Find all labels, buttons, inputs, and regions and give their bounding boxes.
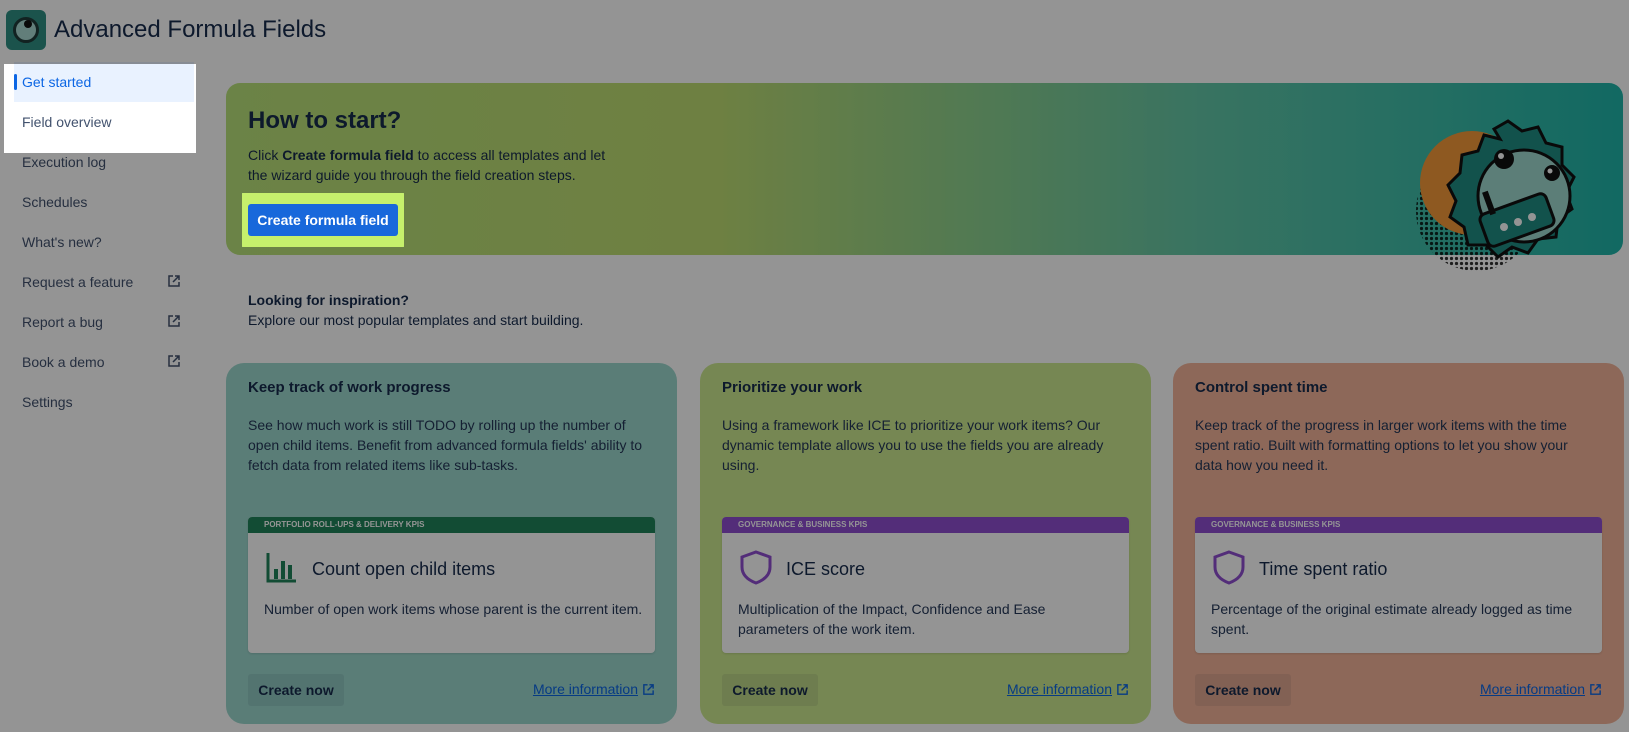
template-card-prioritize: Prioritize your work Using a framework l… [700,363,1151,724]
card-title: Control spent time [1195,379,1328,396]
external-link-icon [168,355,180,367]
bar-chart-icon [266,553,296,583]
create-now-button[interactable]: Create now [722,674,818,706]
hero-title: How to start? [248,107,402,134]
sidebar-item-label: Execution log [22,154,107,170]
sidebar-item-execution-log[interactable]: Execution log [0,142,196,182]
robot-gear-mascot-icon [1416,119,1576,271]
card-title: Prioritize your work [722,379,863,396]
card-title: Keep track of work progress [248,379,451,396]
create-now-button[interactable]: Create now [248,674,344,706]
sidebar-item-label: Get started [22,74,92,90]
sidebar-item-report-bug[interactable]: Report a bug [0,302,196,342]
template-preview: GOVERNANCE & BUSINESS KPIS ICE score Mul… [722,517,1129,653]
sidebar-item-label: Field overview [22,114,112,130]
template-description: Multiplication of the Impact, Confidence… [738,601,1046,637]
template-name: Time spent ratio [1259,559,1388,579]
external-link-icon [1117,683,1128,695]
sidebar-item-get-started[interactable]: Get started [14,62,194,102]
more-information-label: More information [1006,681,1112,697]
sidebar-nav: Get started Field overview Execution log… [0,62,196,422]
create-formula-field-button[interactable]: Create formula field [248,204,398,236]
sidebar-item-label: What's new? [22,234,102,250]
inspiration-title: Looking for inspiration? [248,292,409,308]
button-highlight: Create formula field [242,193,404,247]
inspiration-subtitle: Explore our most popular templates and s… [248,312,584,328]
create-now-button[interactable]: Create now [1195,674,1291,706]
external-link-icon [168,275,180,287]
template-description: Percentage of the original estimate alre… [1211,601,1573,637]
external-link-icon [168,315,180,327]
shield-icon [740,550,772,585]
sidebar-item-label: Schedules [22,194,88,210]
more-information-link[interactable]: More information [1480,681,1602,697]
robot-gear-logo-icon [6,10,46,50]
more-information-label: More information [532,681,638,697]
hero-text-prefix: Click [248,147,283,163]
template-preview: GOVERNANCE & BUSINESS KPIS Time spent ra… [1195,517,1602,653]
hero-text-bold: Create formula field [282,147,414,163]
sidebar-item-book-demo[interactable]: Book a demo [0,342,196,382]
sidebar-item-label: Settings [22,394,73,410]
more-information-link[interactable]: More information [533,681,655,697]
card-description: Keep track of the progress in larger wor… [1195,417,1568,473]
sidebar-item-whats-new[interactable]: What's new? [0,222,196,262]
hero-text: Click Create formula field to access all… [248,145,618,185]
sidebar-item-label: Book a demo [22,354,105,370]
external-link-icon [643,683,654,695]
external-link-icon [1590,683,1601,695]
template-category: GOVERNANCE & BUSINESS KPIS [1195,517,1602,533]
template-card-spent-time: Control spent time Keep track of the pro… [1173,363,1624,724]
sidebar-item-settings[interactable]: Settings [0,382,196,422]
template-preview: PORTFOLIO ROLL-UPS & DELIVERY KPIS Count… [248,517,655,653]
app-header: Advanced Formula Fields [0,0,1629,60]
more-information-label: More information [1479,681,1585,697]
more-information-link[interactable]: More information [1007,681,1129,697]
sidebar-item-label: Report a bug [22,314,103,330]
sidebar-item-schedules[interactable]: Schedules [0,182,196,222]
app-title: Advanced Formula Fields [54,16,327,43]
template-name: Count open child items [312,559,496,579]
template-name: ICE score [786,559,866,579]
shield-icon [1213,550,1245,585]
template-category: PORTFOLIO ROLL-UPS & DELIVERY KPIS [248,517,655,533]
card-description: Using a framework like ICE to prioritize… [722,417,1104,473]
sidebar-item-field-overview[interactable]: Field overview [0,102,196,142]
template-card-work-progress: Keep track of work progress See how much… [226,363,677,724]
template-category: GOVERNANCE & BUSINESS KPIS [722,517,1129,533]
sidebar-item-label: Request a feature [22,274,134,290]
template-description: Number of open work items whose parent i… [264,601,643,617]
sidebar-item-request-feature[interactable]: Request a feature [0,262,196,302]
hero-banner: How to start? Click Create formula field… [226,83,1623,271]
card-description: See how much work is still TODO by rolli… [248,417,643,473]
inspiration-section: Looking for inspiration? Explore our mos… [248,290,583,330]
